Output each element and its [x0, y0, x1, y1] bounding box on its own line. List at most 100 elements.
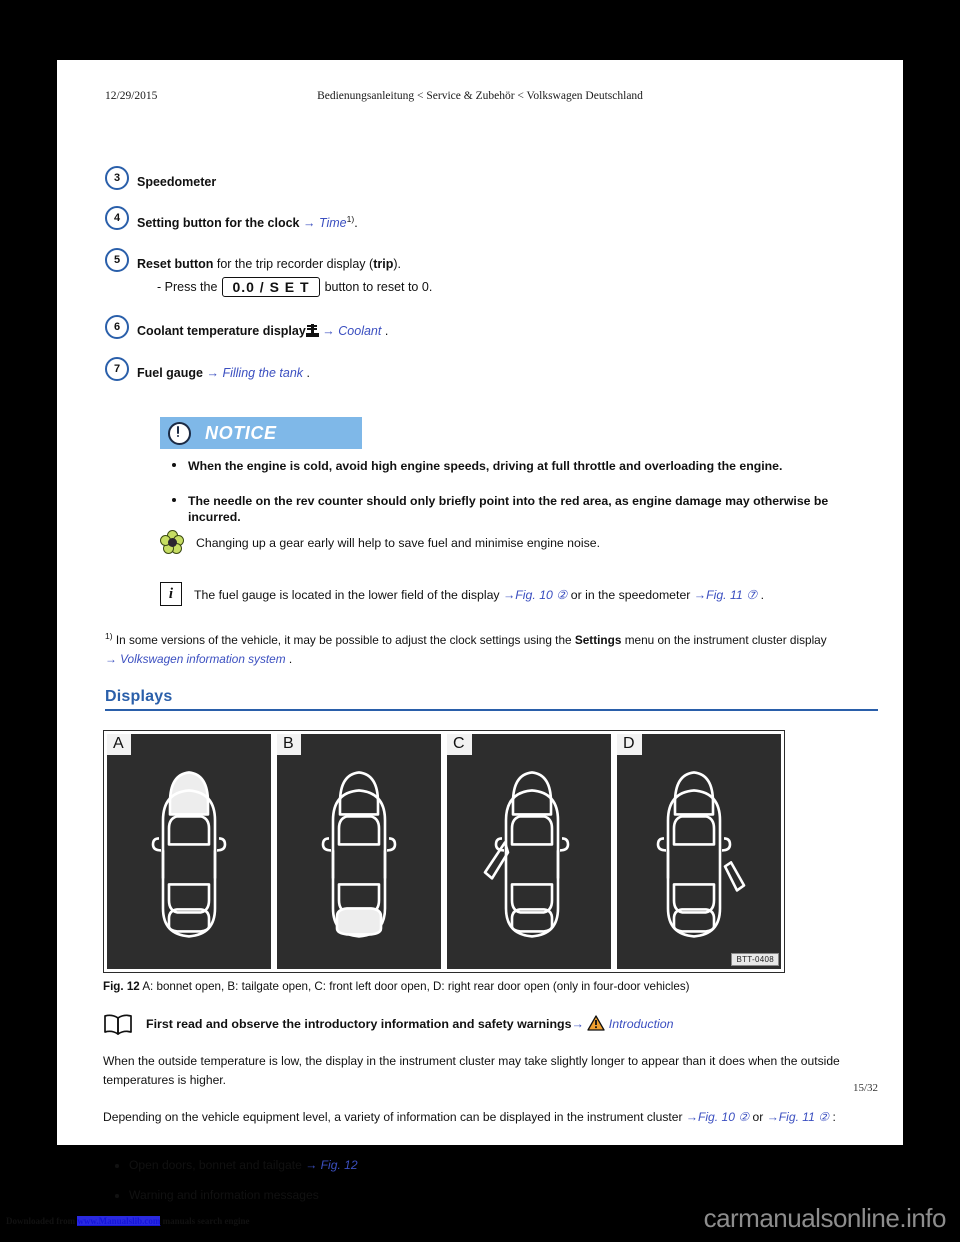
legend-5-rest: for the trip recorder display (: [213, 257, 374, 271]
legend-5-trip: trip: [373, 257, 394, 271]
panel-label-d: D: [617, 734, 642, 755]
legend-number-7: 7: [105, 356, 129, 381]
section-title: Displays: [105, 688, 173, 705]
legend-label-7: Fuel gauge: [137, 365, 203, 380]
download-source-footer: Downloaded from www.Manualslib.com manua…: [6, 1216, 249, 1226]
xref-fig-10[interactable]: Fig. 10: [515, 588, 553, 602]
manualslib-link[interactable]: www.Manualslib.com: [77, 1216, 161, 1226]
arrow-icon: →: [571, 1016, 584, 1031]
legend-number-6: 6: [105, 314, 129, 339]
xref-fig-11[interactable]: Fig. 11: [706, 588, 743, 602]
list-item: Open doors, bonnet and tailgate → Fig. 1…: [103, 1158, 878, 1172]
footnote-tail: .: [288, 651, 293, 666]
legend-item-5: 5 Reset button for the trip recorder dis…: [105, 248, 883, 297]
tip-text: Changing up a gear early will help to sa…: [196, 536, 600, 550]
panel-label-c: C: [447, 734, 472, 755]
figure-panel-c: C: [447, 734, 611, 969]
header-breadcrumb: Bedienungsanleitung < Service & Zubehör …: [317, 90, 643, 102]
reset-prefix: - Press the: [157, 279, 218, 294]
bullet-text: Open doors, bonnet and tailgate: [129, 1158, 302, 1172]
arrow-icon: →: [685, 1110, 698, 1124]
download-suffix: manuals search engine: [162, 1216, 250, 1226]
arrow-icon: →: [305, 1158, 318, 1172]
xref-fig-10[interactable]: Fig. 10: [698, 1110, 735, 1124]
figure-caption: Fig. 12 A: bonnet open, B: tailgate open…: [103, 980, 878, 993]
warning-triangle-icon: [587, 1014, 605, 1034]
info-icon: i: [160, 582, 182, 606]
site-brand-watermark: carmanualsonline.info: [703, 1203, 947, 1233]
section-rule: [105, 709, 878, 711]
figure-caption-label: Fig. 12: [103, 980, 140, 993]
legend-number-5: 5: [105, 248, 129, 272]
body-paragraph-1: When the outside temperature is low, the…: [103, 1054, 840, 1087]
legend-item-4: 4 Setting button for the clock → Time1).: [105, 206, 883, 240]
section-heading: Displays: [105, 688, 878, 711]
legend-5-tail: ).: [393, 257, 401, 271]
body-para2-or: or: [752, 1110, 764, 1124]
panel-label-b: B: [277, 734, 301, 755]
circled-number-7: ⑦: [746, 588, 758, 602]
car-top-view-tailgate-open: [316, 758, 402, 953]
arrow-icon: →: [502, 588, 516, 602]
info-tail: .: [760, 588, 765, 602]
arrow-icon: →: [302, 216, 316, 231]
legend-label-5: Reset button: [137, 257, 214, 271]
xref-introduction[interactable]: Introduction: [609, 1017, 674, 1031]
circled-number-2: ②: [818, 1110, 830, 1124]
footnote: 1) In some versions of the vehicle, it m…: [105, 630, 878, 669]
legend-number-3: 3: [105, 166, 129, 190]
document-page: 12/29/2015 Bedienungsanleitung < Service…: [57, 60, 903, 1202]
footnote-marker: 1): [105, 631, 113, 641]
read-first-label: First read and observe the introductory …: [146, 1016, 572, 1031]
legend-list: 3 Speedometer 4 Setting button for the c…: [105, 166, 883, 400]
xref-fig-11[interactable]: Fig. 11: [779, 1110, 815, 1124]
panel-label-a: A: [107, 734, 131, 755]
figure-code: BTT-0408: [731, 953, 779, 966]
figure-panel-b: B: [277, 734, 441, 969]
set-button-graphic[interactable]: 0.0 / S E T: [222, 276, 320, 297]
info-text: The fuel gauge is located in the lower f…: [194, 582, 764, 604]
download-prefix: Downloaded from: [6, 1216, 76, 1226]
read-first-row: First read and observe the introductory …: [103, 1013, 878, 1035]
footnote-text-b: menu on the instrument cluster display: [624, 632, 827, 647]
body-para2-tail: :: [832, 1110, 836, 1124]
car-top-view-front-left-door-open: [483, 758, 575, 953]
body-paragraph-2: Depending on the vehicle equipment level…: [103, 1108, 878, 1127]
xref-fig-12[interactable]: Fig. 12: [321, 1158, 358, 1172]
figure-panel-a: A: [107, 734, 271, 969]
reset-instruction: - Press the 0.0 / S E T button to reset …: [157, 276, 883, 297]
legend-4-tail: .: [354, 216, 358, 231]
arrow-icon: →: [766, 1110, 779, 1124]
legend-item-6: 6 Coolant temperature display → Coolant …: [105, 314, 883, 349]
arrow-icon: →: [206, 365, 219, 380]
figure-12: A B C D BTT-0408: [103, 730, 785, 973]
read-first-text: First read and observe the introductory …: [146, 1014, 674, 1034]
legend-label-6: Coolant temperature display: [137, 323, 306, 338]
footnote-text-a: In some versions of the vehicle, it may …: [115, 632, 572, 647]
car-top-view-bonnet-open: [146, 758, 232, 953]
book-icon: [103, 1013, 133, 1035]
legend-7-tail: .: [306, 365, 311, 380]
legend-number-4: 4: [105, 206, 129, 230]
tip-row: Changing up a gear early will help to sa…: [160, 530, 873, 554]
reset-suffix: button to reset to 0.: [324, 279, 433, 294]
figure-caption-text: A: bonnet open, B: tailgate open, C: fro…: [142, 980, 690, 993]
xref-volkswagen-information-system[interactable]: Volkswagen information system: [120, 652, 285, 666]
notice-bullet: When the engine is cold, avoid high engi…: [160, 458, 873, 475]
notice-label: NOTICE: [205, 422, 277, 443]
info-row: i The fuel gauge is located in the lower…: [160, 582, 873, 606]
flower-icon: [160, 530, 184, 554]
exclamation-circle-icon: [168, 421, 191, 445]
xref-coolant[interactable]: Coolant: [338, 324, 381, 338]
xref-filling-the-tank[interactable]: Filling the tank: [222, 366, 303, 380]
car-top-view-right-rear-door-open: [651, 758, 747, 953]
arrow-icon: →: [693, 588, 707, 602]
bullet-text: Warning and information messages: [129, 1188, 319, 1202]
xref-time[interactable]: Time: [319, 216, 347, 230]
legend-label-3: Speedometer: [137, 175, 217, 189]
notice-banner: NOTICE: [160, 417, 362, 449]
circled-number-2: ②: [738, 1110, 750, 1124]
info-text-b: or in the speedometer: [570, 588, 691, 602]
body-para2-text: Depending on the vehicle equipment level…: [103, 1110, 683, 1124]
arrow-icon: →: [105, 651, 117, 666]
